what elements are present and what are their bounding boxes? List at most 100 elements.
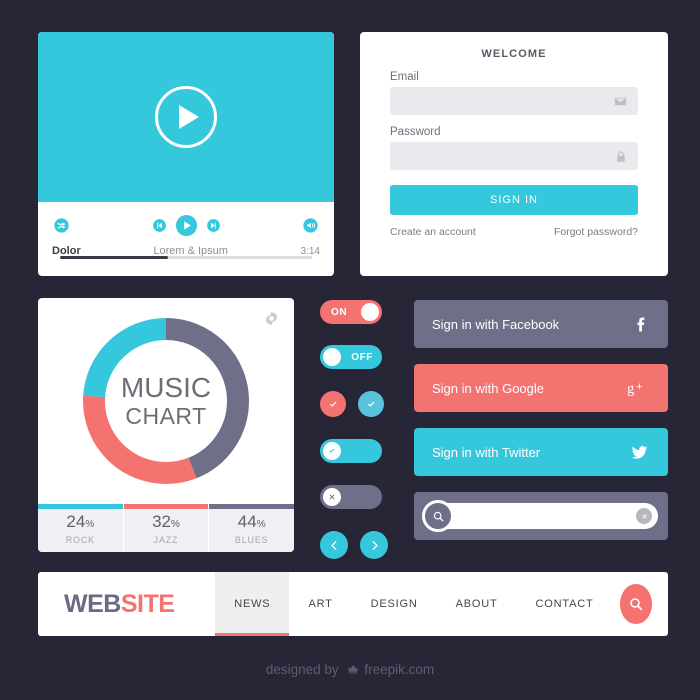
email-field-group: Email bbox=[390, 71, 638, 115]
on-toggle[interactable]: ON bbox=[320, 300, 382, 324]
legend-color-rock bbox=[38, 504, 123, 509]
player-icon-row bbox=[52, 212, 320, 238]
chart-legend: 24% ROCK 32% JAZZ 44% BLUES bbox=[38, 504, 294, 552]
legend-item-jazz[interactable]: 32% JAZZ bbox=[123, 504, 210, 552]
legend-value-jazz: 32% bbox=[152, 511, 180, 531]
gear-icon[interactable] bbox=[263, 310, 280, 327]
brand-part-1: WEB bbox=[64, 589, 121, 618]
password-input[interactable] bbox=[390, 142, 638, 170]
check-icon bbox=[367, 400, 375, 407]
brand-logo[interactable]: WEBSITE bbox=[38, 572, 215, 636]
sign-in-button[interactable]: SIGN IN bbox=[390, 185, 638, 215]
legend-item-rock[interactable]: 24% ROCK bbox=[38, 504, 124, 552]
password-field-group: Password bbox=[390, 126, 638, 170]
freepik-crown-icon bbox=[348, 665, 359, 674]
login-title: WELCOME bbox=[481, 48, 547, 60]
legend-item-blues[interactable]: 44% BLUES bbox=[209, 504, 294, 552]
check-icon bbox=[329, 400, 337, 407]
check-icon bbox=[329, 448, 335, 453]
chevron-left-icon bbox=[330, 540, 337, 550]
chart-title-line2: CHART bbox=[125, 403, 207, 429]
legend-value-rock: 24% bbox=[66, 511, 95, 531]
check-pill-toggle[interactable] bbox=[320, 439, 382, 463]
play-button-large[interactable] bbox=[155, 86, 217, 148]
google-sign-in-button[interactable]: Sign in with Google g + bbox=[414, 364, 668, 412]
music-chart-card: MUSIC CHART 24% ROCK 32% JAZZ 44% BLUES bbox=[38, 298, 294, 552]
progress-bar[interactable] bbox=[60, 256, 312, 259]
close-icon bbox=[329, 494, 335, 500]
navbar-search-button[interactable] bbox=[620, 584, 652, 624]
video-stage[interactable] bbox=[38, 32, 334, 202]
on-toggle-label: ON bbox=[331, 306, 348, 318]
legend-label-rock: ROCK bbox=[65, 534, 95, 545]
email-input[interactable] bbox=[390, 87, 638, 115]
password-label: Password bbox=[390, 126, 441, 138]
footer-brand: freepik.com bbox=[364, 662, 435, 677]
donut-chart: MUSIC CHART bbox=[80, 315, 252, 487]
previous-track-icon[interactable] bbox=[151, 217, 168, 234]
on-toggle-knob bbox=[361, 303, 379, 321]
donut-center-label: MUSIC CHART bbox=[80, 315, 252, 487]
video-player-card: Dolor Lorem & Ipsum 3:14 bbox=[38, 32, 334, 276]
off-toggle-label: OFF bbox=[351, 351, 373, 363]
checkbox-teal[interactable] bbox=[358, 391, 384, 417]
ui-kit-canvas: Dolor Lorem & Ipsum 3:14 WELCOME Email P… bbox=[0, 0, 700, 700]
checkbox-row bbox=[320, 391, 400, 417]
play-icon bbox=[178, 105, 199, 129]
shuffle-icon[interactable] bbox=[52, 216, 71, 235]
nav-item-about[interactable]: ABOUT bbox=[437, 572, 517, 636]
footer-credit: designed by freepik.com bbox=[0, 662, 700, 677]
search-input[interactable] bbox=[458, 503, 630, 529]
legend-color-blues bbox=[209, 504, 294, 509]
email-input-wrap bbox=[390, 87, 638, 115]
next-button-filled[interactable] bbox=[360, 531, 388, 559]
website-navbar: WEBSITE NEWS ART DESIGN ABOUT CONTACT bbox=[38, 572, 668, 636]
email-label: Email bbox=[390, 71, 419, 83]
off-toggle[interactable]: OFF bbox=[320, 345, 382, 369]
chart-title-line1: MUSIC bbox=[120, 372, 212, 403]
checkbox-coral[interactable] bbox=[320, 391, 346, 417]
footer-prefix: designed by bbox=[265, 662, 339, 677]
off-toggle-knob bbox=[323, 348, 341, 366]
chart-area: MUSIC CHART bbox=[38, 298, 294, 504]
social-buttons-group: Sign in with Facebook Sign in with Googl… bbox=[414, 300, 668, 540]
nav-item-contact[interactable]: CONTACT bbox=[517, 572, 613, 636]
legend-label-blues: BLUES bbox=[234, 534, 269, 545]
play-icon[interactable] bbox=[175, 214, 198, 237]
search-field-wrap bbox=[422, 500, 658, 532]
google-plus-icon: g + bbox=[627, 381, 642, 397]
nav-item-news[interactable]: NEWS bbox=[215, 572, 290, 636]
search-widget bbox=[414, 492, 668, 540]
cross-pill-toggle[interactable] bbox=[320, 485, 382, 509]
check-pill-knob bbox=[323, 442, 341, 460]
lock-icon bbox=[617, 151, 625, 162]
next-track-icon[interactable] bbox=[205, 217, 222, 234]
search-icon bbox=[630, 598, 643, 611]
search-icon bbox=[433, 511, 443, 521]
twitter-button-label: Sign in with Twitter bbox=[432, 444, 541, 460]
volume-icon[interactable] bbox=[301, 216, 320, 235]
google-button-label: Sign in with Google bbox=[432, 380, 545, 396]
twitter-sign-in-button[interactable]: Sign in with Twitter bbox=[414, 428, 668, 476]
brand-part-2: SITE bbox=[120, 589, 175, 618]
nav-items: NEWS ART DESIGN ABOUT CONTACT bbox=[215, 572, 612, 636]
facebook-button-label: Sign in with Facebook bbox=[432, 316, 560, 332]
twitter-icon bbox=[631, 445, 648, 459]
close-icon bbox=[641, 513, 647, 519]
password-input-wrap bbox=[390, 142, 638, 170]
progress-fill bbox=[60, 256, 169, 259]
search-clear-button[interactable] bbox=[636, 508, 652, 524]
create-account-link[interactable]: Create an account bbox=[390, 226, 476, 238]
cross-pill-knob bbox=[323, 488, 341, 506]
nav-item-art[interactable]: ART bbox=[289, 572, 351, 636]
prev-button-filled[interactable] bbox=[320, 531, 348, 559]
transport-controls bbox=[151, 214, 222, 237]
forgot-password-link[interactable]: Forgot password? bbox=[554, 226, 638, 238]
chevron-right-icon bbox=[371, 540, 378, 550]
search-button[interactable] bbox=[422, 500, 454, 532]
envelope-icon bbox=[614, 97, 627, 106]
nav-item-design[interactable]: DESIGN bbox=[352, 572, 437, 636]
login-links: Create an account Forgot password? bbox=[390, 226, 638, 238]
svg-text:+: + bbox=[636, 381, 642, 393]
facebook-sign-in-button[interactable]: Sign in with Facebook bbox=[414, 300, 668, 348]
